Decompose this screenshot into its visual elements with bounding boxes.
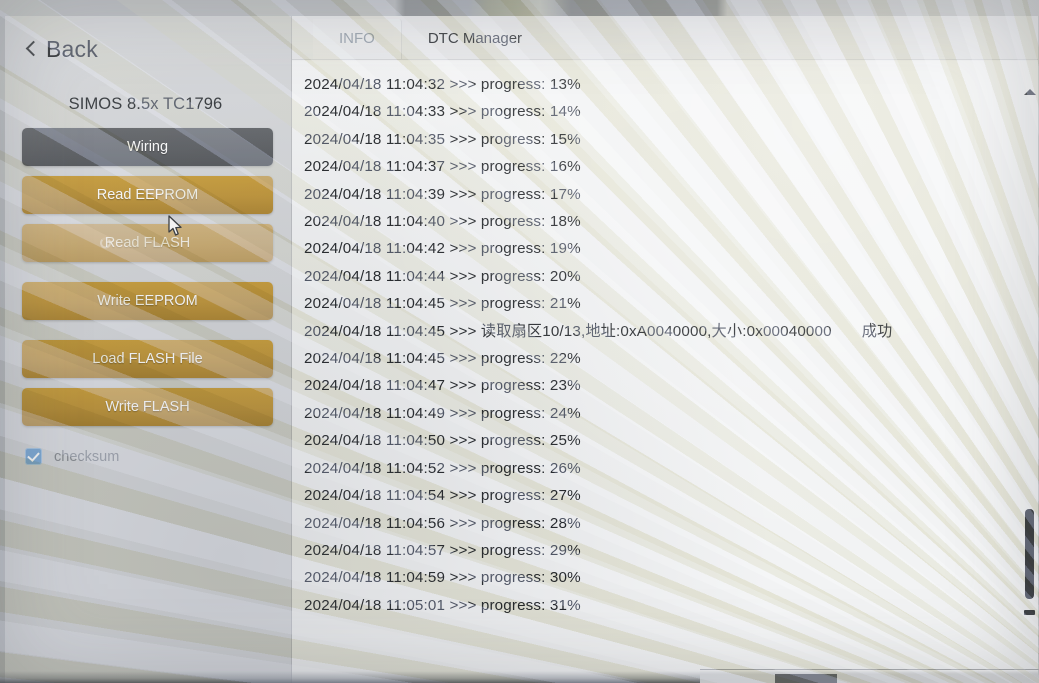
main-panel: INFO DTC Manager 2024/04/18 11:04:32 >>>…: [292, 14, 1039, 683]
device-bezel-top: [0, 0, 1039, 16]
log-line-text: 2024/04/18 11:04:54 >>> progress: 27%: [304, 487, 581, 505]
load-flash-file-button-label: Load FLASH File: [92, 351, 203, 367]
write-flash-button[interactable]: Write FLASH: [22, 388, 273, 426]
tab-bar: INFO DTC Manager: [292, 14, 1039, 60]
read-flash-button-label: Read FLASH: [104, 235, 191, 251]
log-line: 2024/04/18 11:04:59 >>> progress: 30%: [304, 564, 1039, 591]
chevron-left-icon: [25, 40, 36, 58]
log-line-text: 2024/04/18 11:04:44 >>> progress: 20%: [304, 267, 581, 285]
log-line: 2024/04/18 11:04:33 >>> progress: 14%: [304, 98, 1039, 125]
log-line-sector-read: 2024/04/18 11:04:45 >>> 读取扇区10/13,地址:0xA…: [304, 318, 1039, 345]
scrollbar-thumb[interactable]: [1025, 509, 1034, 599]
log-line-text: 2024/04/18 11:04:56 >>> progress: 28%: [304, 514, 581, 532]
vertical-scrollbar[interactable]: [1021, 14, 1039, 683]
log-line-text: 2024/04/18 11:04:59 >>> progress: 30%: [304, 569, 581, 587]
log-line: 2024/04/18 11:04:32 >>> progress: 13%: [304, 71, 1039, 98]
log-line-text: 2024/04/18 11:04:40 >>> progress: 18%: [304, 213, 581, 231]
sidebar: Back SIMOS 8.5x TC1796 Wiring Read EEPRO…: [0, 14, 292, 683]
checksum-checkbox-label: checksum: [54, 448, 120, 465]
load-flash-file-button[interactable]: Load FLASH File: [22, 340, 273, 378]
log-output[interactable]: 2024/04/18 11:04:32 >>> progress: 13% 20…: [292, 61, 1039, 683]
log-line-text: 2024/04/18 11:04:33 >>> progress: 14%: [304, 103, 581, 121]
write-eeprom-button[interactable]: Write EEPROM: [22, 282, 273, 320]
log-line-text: 2024/04/18 11:04:45 >>> 读取扇区10/13,地址:0xA…: [304, 322, 832, 340]
tab-info[interactable]: INFO: [313, 19, 402, 59]
log-line: 2024/04/18 11:04:44 >>> progress: 20%: [304, 263, 1039, 290]
ecu-title: SIMOS 8.5x TC1796: [68, 95, 223, 113]
log-line-text: 2024/04/18 11:04:39 >>> progress: 17%: [304, 185, 581, 203]
ecu-tool-window: Back SIMOS 8.5x TC1796 Wiring Read EEPRO…: [0, 14, 1039, 683]
tab-dtc-manager-label: DTC Manager: [427, 30, 523, 47]
log-line: 2024/04/18 11:04:39 >>> progress: 17%: [304, 181, 1039, 208]
triangle-up-icon[interactable]: [1024, 89, 1036, 95]
log-line-text: 2024/04/18 11:04:37 >>> progress: 16%: [304, 158, 581, 176]
wiring-button[interactable]: Wiring: [22, 128, 273, 166]
back-button[interactable]: Back: [22, 27, 269, 71]
checksum-checkbox-row[interactable]: checksum: [25, 448, 269, 465]
log-line: 2024/04/18 11:04:42 >>> progress: 19%: [304, 235, 1039, 262]
log-line-text: 2024/04/18 11:05:01 >>> progress: 31%: [304, 596, 581, 614]
log-line-text: 2024/04/18 11:04:32 >>> progress: 13%: [304, 76, 581, 93]
log-line: 2024/04/18 11:04:37 >>> progress: 16%: [304, 153, 1039, 180]
log-line-text: 2024/04/18 11:04:50 >>> progress: 25%: [304, 432, 581, 450]
log-line-text: 2024/04/18 11:04:35 >>> progress: 15%: [304, 130, 581, 148]
tab-dtc-manager[interactable]: DTC Manager: [402, 19, 548, 59]
log-line: 2024/04/18 11:04:47 >>> progress: 23%: [304, 372, 1039, 399]
write-eeprom-button-label: Write EEPROM: [97, 293, 198, 309]
log-line: 2024/04/18 11:04:57 >>> progress: 29%: [304, 537, 1039, 564]
spinner-icon: [100, 237, 111, 249]
log-line-text: 2024/04/18 11:04:49 >>> progress: 24%: [304, 404, 581, 422]
log-line: 2024/04/18 11:04:35 >>> progress: 15%: [304, 126, 1039, 153]
log-line: 2024/04/18 11:04:49 >>> progress: 24%: [304, 400, 1039, 427]
secondary-device-edge: [700, 669, 1039, 683]
log-line-status: 成功: [861, 322, 893, 340]
log-line: 2024/04/18 11:04:52 >>> progress: 26%: [304, 455, 1039, 482]
scrollbar-down-button[interactable]: [1024, 610, 1035, 615]
log-line: 2024/04/18 11:04:56 >>> progress: 28%: [304, 510, 1039, 537]
log-line: 2024/04/18 11:04:40 >>> progress: 18%: [304, 208, 1039, 235]
log-line: 2024/04/18 11:05:01 >>> progress: 31%: [304, 592, 1039, 619]
checkbox-checked-icon[interactable]: [25, 448, 42, 465]
log-line-text: 2024/04/18 11:04:42 >>> progress: 19%: [304, 240, 581, 258]
action-button-stack: Wiring Read EEPROM Read FLASH Write EEPR…: [22, 128, 273, 426]
log-line-text: 2024/04/18 11:04:45 >>> progress: 21%: [304, 295, 581, 313]
write-flash-button-label: Write FLASH: [105, 399, 190, 415]
log-line-text: 2024/04/18 11:04:47 >>> progress: 23%: [304, 377, 581, 395]
photographed-screen: Back SIMOS 8.5x TC1796 Wiring Read EEPRO…: [0, 0, 1039, 683]
log-line: 2024/04/18 11:04:45 >>> progress: 22%: [304, 345, 1039, 372]
back-button-label: Back: [46, 35, 98, 62]
log-line-text: 2024/04/18 11:04:52 >>> progress: 26%: [304, 459, 581, 477]
log-line: 2024/04/18 11:04:50 >>> progress: 25%: [304, 427, 1039, 454]
log-line-text: 2024/04/18 11:04:45 >>> progress: 22%: [304, 350, 581, 368]
read-flash-button[interactable]: Read FLASH: [22, 224, 273, 262]
log-line: 2024/04/18 11:04:45 >>> progress: 21%: [304, 290, 1039, 317]
read-eeprom-button[interactable]: Read EEPROM: [22, 176, 273, 214]
log-line-text: 2024/04/18 11:04:57 >>> progress: 29%: [304, 541, 581, 559]
tab-info-label: INFO: [339, 30, 375, 47]
read-eeprom-button-label: Read EEPROM: [96, 187, 199, 203]
sidebar-left-rail: [0, 14, 5, 683]
wiring-button-label: Wiring: [126, 139, 169, 155]
log-line: 2024/04/18 11:04:54 >>> progress: 27%: [304, 482, 1039, 509]
